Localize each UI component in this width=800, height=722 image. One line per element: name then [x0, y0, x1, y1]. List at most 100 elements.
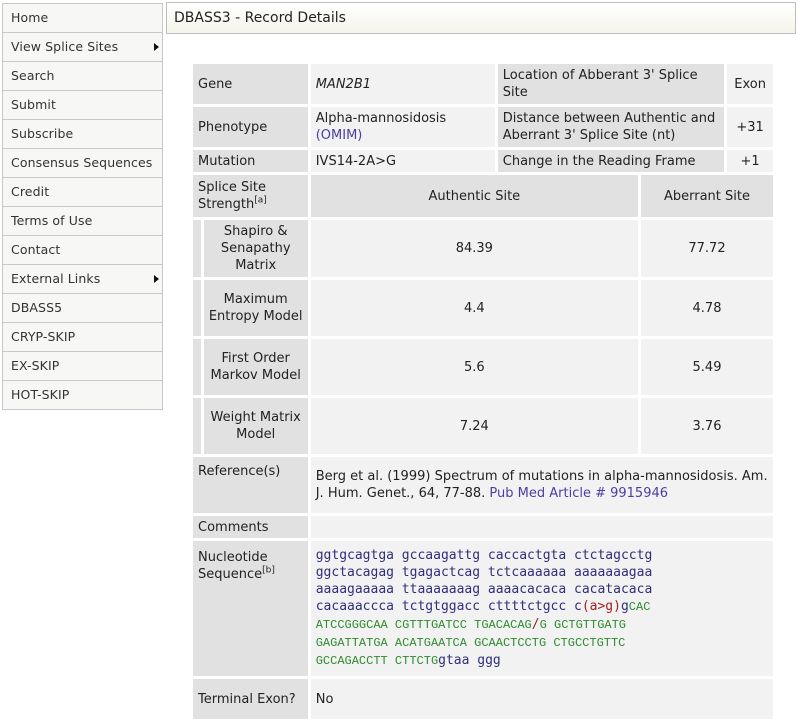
authentic-value: 7.24 — [310, 398, 638, 454]
reference-label: Reference(s) — [193, 457, 308, 513]
sequence-mutation: (a>g) — [581, 599, 621, 614]
nav-label: DBASS5 — [11, 300, 63, 315]
page-title: DBASS3 - Record Details — [166, 2, 796, 34]
comments-label: Comments — [193, 516, 308, 538]
nav-item-external-links[interactable]: External Links — [3, 265, 162, 294]
nav-item-consensus-sequences[interactable]: Consensus Sequences — [3, 149, 162, 178]
footnote-a[interactable]: [a] — [254, 196, 267, 206]
record-details-table: Gene MAN2B1 Location of Abberant 3' Spli… — [190, 61, 776, 722]
splice-site-marker: / — [531, 617, 540, 632]
phenotype-label: Phenotype — [193, 107, 308, 147]
sequence-intron: cacaaaccca tctgtggacc cttttctgcc c — [315, 599, 582, 614]
nav-item-terms-of-use[interactable]: Terms of Use — [3, 207, 162, 236]
submenu-arrow-icon — [154, 275, 159, 283]
submenu-arrow-icon — [154, 43, 159, 51]
strength-row: Shapiro & Senapathy Matrix 84.39 77.72 — [193, 220, 773, 277]
nav-item-credit[interactable]: Credit — [3, 178, 162, 207]
model-label: Shapiro & Senapathy Matrix — [203, 220, 308, 277]
indent-spacer — [193, 339, 201, 395]
row-comments: Comments — [193, 516, 773, 538]
authentic-value: 4.4 — [310, 280, 638, 336]
nav-label: Terms of Use — [11, 213, 93, 228]
nav-label: HOT-SKIP — [11, 387, 70, 402]
frame-label: Change in the Reading Frame — [497, 150, 725, 172]
sequence-intron: gtaa ggg — [438, 653, 501, 668]
sequence-intron: g — [620, 599, 629, 614]
sequence-label-cell: Nucleotide Sequence[b] — [193, 541, 308, 676]
nav-label: Submit — [11, 97, 56, 112]
indent-spacer — [193, 280, 201, 336]
authentic-value: 5.6 — [310, 339, 638, 395]
location-label: Location of Abberant 3' Splice Site — [497, 64, 725, 104]
aberrant-value: 4.78 — [640, 280, 773, 336]
row-mutation: Mutation IVS14-2A>G Change in the Readin… — [193, 150, 773, 172]
mutation-value: IVS14-2A>G — [310, 150, 495, 172]
comments-value — [310, 516, 773, 538]
nav-item-hot-skip[interactable]: HOT-SKIP — [3, 381, 162, 410]
nav-label: Home — [11, 10, 49, 25]
nav-label: Contact — [11, 242, 61, 257]
authentic-value: 84.39 — [310, 220, 638, 277]
distance-value: +31 — [727, 107, 773, 147]
footnote-b[interactable]: [b] — [262, 566, 275, 576]
pubmed-link[interactable]: Pub Med Article # 9915946 — [489, 486, 668, 501]
location-value: Exon — [727, 64, 773, 104]
nav-label: Credit — [11, 184, 50, 199]
phenotype-cell: Alpha-mannosidosis (OMIM) — [310, 107, 495, 147]
terminal-label: Terminal Exon? — [193, 679, 308, 719]
nav-label: EX-SKIP — [11, 358, 60, 373]
phenotype-value: Alpha-mannosidosis — [315, 111, 447, 126]
model-label: Maximum Entropy Model — [203, 280, 308, 336]
gene-label: Gene — [193, 64, 308, 104]
sequence-exon: G GCTGTTGATG — [539, 618, 627, 632]
nav-label: Subscribe — [11, 126, 74, 141]
row-phenotype: Phenotype Alpha-mannosidosis (OMIM) Dista… — [193, 107, 773, 147]
nav-item-view-splice-sites[interactable]: View Splice Sites — [3, 33, 162, 62]
strength-row: Weight Matrix Model 7.24 3.76 — [193, 398, 773, 454]
authentic-site-header: Authentic Site — [310, 175, 638, 217]
nav-label: External Links — [11, 271, 101, 286]
model-label: Weight Matrix Model — [203, 398, 308, 454]
sequence-line: aaaagaaaaa ttaaaaaaag aaaacacaca cacatac… — [315, 582, 653, 597]
reference-cell: Berg et al. (1999) Spectrum of mutations… — [310, 457, 773, 513]
aberrant-value: 77.72 — [640, 220, 773, 277]
strength-row: First Order Markov Model 5.6 5.49 — [193, 339, 773, 395]
strength-row: Maximum Entropy Model 4.4 4.78 — [193, 280, 773, 336]
aberrant-site-header: Aberrant Site — [640, 175, 773, 217]
nav-item-contact[interactable]: Contact — [3, 236, 162, 265]
omim-link[interactable]: (OMIM) — [316, 128, 363, 143]
indent-spacer — [193, 220, 201, 277]
row-gene: Gene MAN2B1 Location of Abberant 3' Spli… — [193, 64, 773, 104]
sequence-exon: GAGATTATGA ACATGAATCA GCAACTCCTG CTGCCTG… — [315, 636, 626, 650]
aberrant-value: 5.49 — [640, 339, 773, 395]
distance-label: Distance between Authentic and Aberrant … — [497, 107, 725, 147]
sidebar-nav: Home View Splice Sites Search Submit Sub… — [2, 3, 163, 410]
nav-item-submit[interactable]: Submit — [3, 91, 162, 120]
strength-label-cell: Splice Site Strength[a] — [193, 175, 308, 217]
sequence-label: Nucleotide Sequence — [198, 550, 268, 582]
sequence-exon: CAC — [628, 600, 651, 614]
sequence-line: ggctacagag tgagactcag tctcaaaaaa aaaaaaa… — [315, 565, 653, 580]
row-sequence: Nucleotide Sequence[b] ggtgcagtga gccaag… — [193, 541, 773, 676]
nav-label: View Splice Sites — [11, 39, 119, 54]
indent-spacer — [193, 398, 201, 454]
sequence-exon: GCCAGACCTT CTTCTG — [315, 654, 439, 668]
nav-item-subscribe[interactable]: Subscribe — [3, 120, 162, 149]
sequence-line: ggtgcagtga gccaagattg caccactgta ctctagc… — [315, 548, 653, 563]
aberrant-value: 3.76 — [640, 398, 773, 454]
nucleotide-sequence: ggtgcagtga gccaagattg caccactgta ctctagc… — [310, 541, 773, 676]
nav-label: Search — [11, 68, 55, 83]
row-terminal-exon: Terminal Exon? No — [193, 679, 773, 719]
terminal-value: No — [310, 679, 773, 719]
frame-value: +1 — [727, 150, 773, 172]
sequence-exon: ATCCGGGCAA CGTTTGATCC TGACACAG — [315, 618, 532, 632]
mutation-label: Mutation — [193, 150, 308, 172]
nav-item-search[interactable]: Search — [3, 62, 162, 91]
nav-item-home[interactable]: Home — [3, 4, 162, 33]
nav-item-cryp-skip[interactable]: CRYP-SKIP — [3, 323, 162, 352]
row-strength-header: Splice Site Strength[a] Authentic Site A… — [193, 175, 773, 217]
nav-item-ex-skip[interactable]: EX-SKIP — [3, 352, 162, 381]
model-label: First Order Markov Model — [203, 339, 308, 395]
nav-label: CRYP-SKIP — [11, 329, 76, 344]
nav-item-dbass5[interactable]: DBASS5 — [3, 294, 162, 323]
